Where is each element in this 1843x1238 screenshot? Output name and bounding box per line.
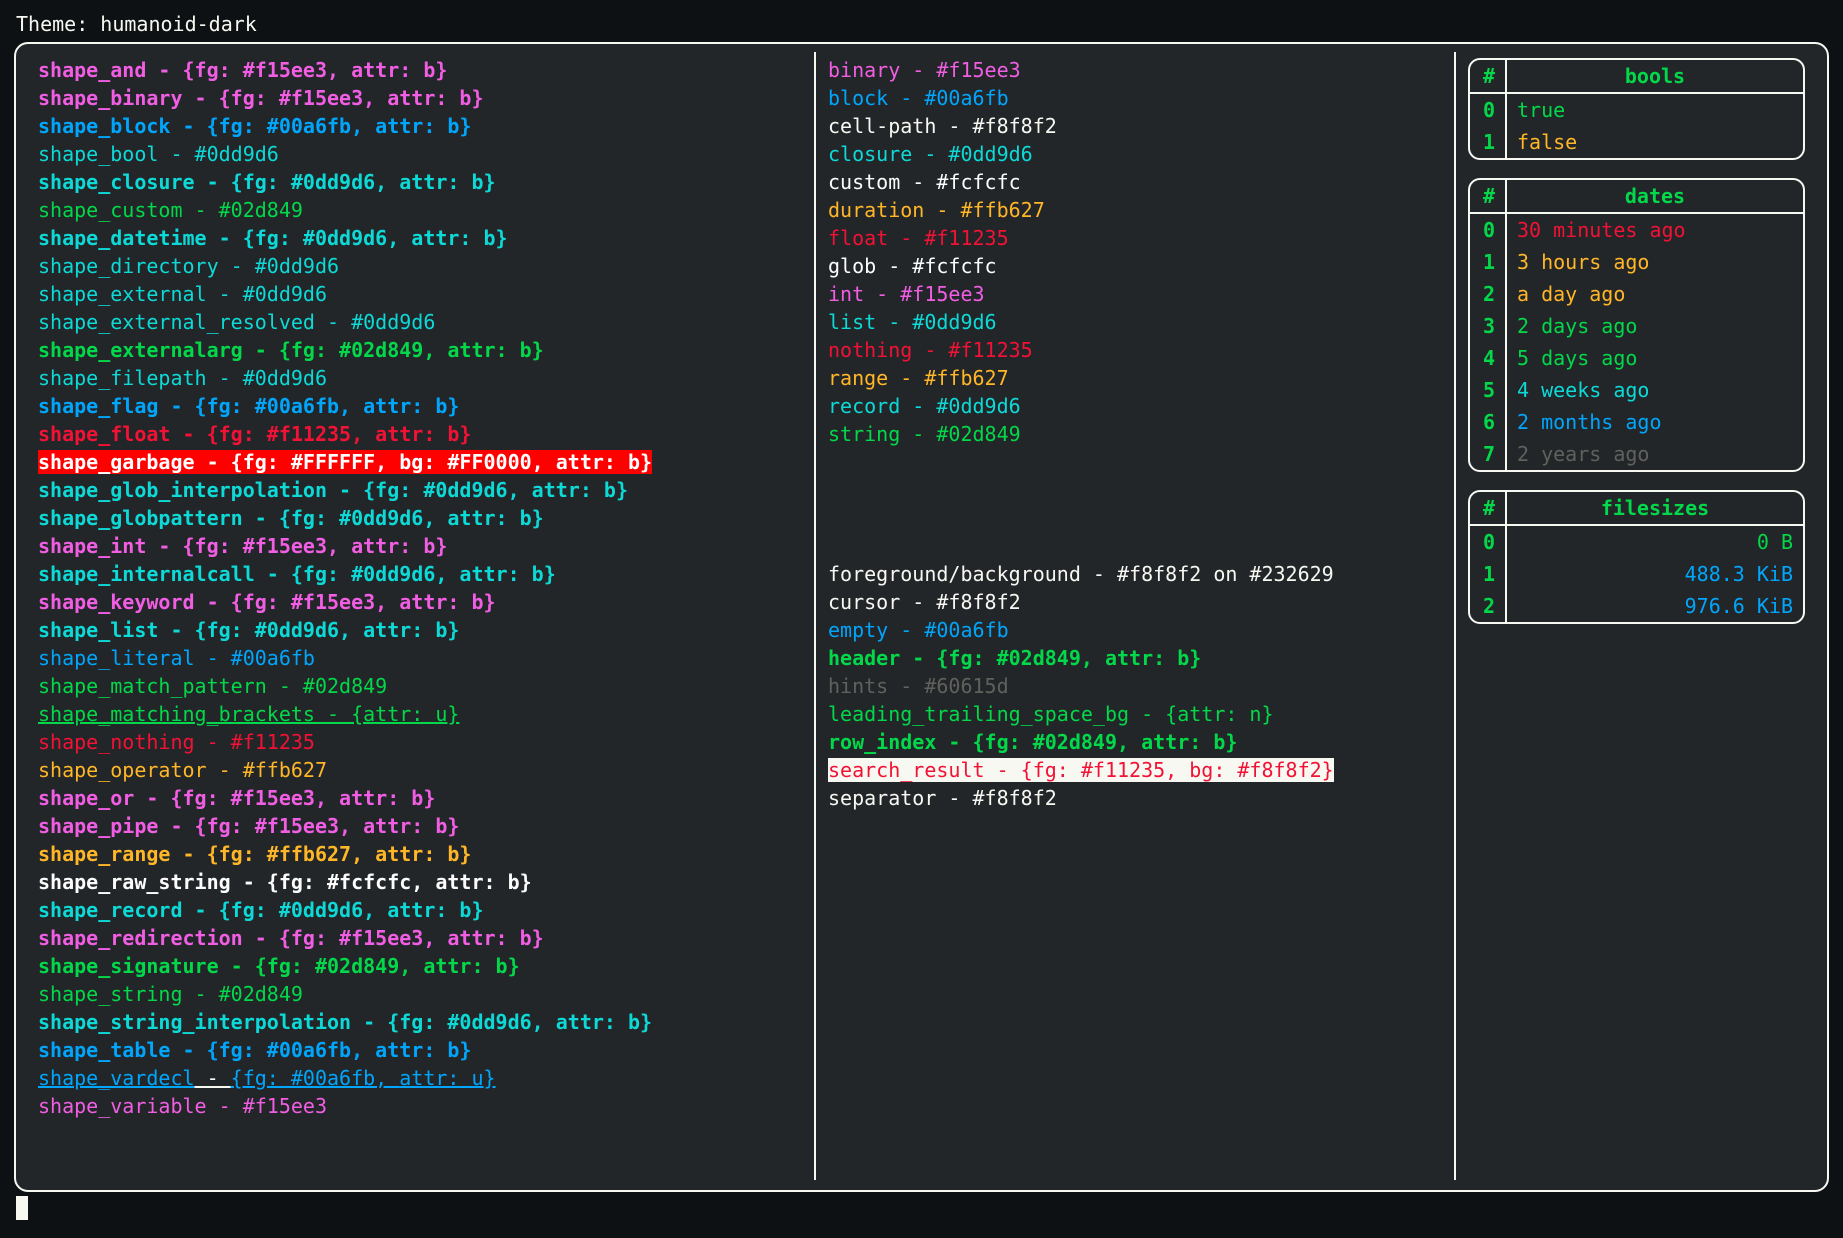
theme-row: nothing - #f11235	[828, 336, 1442, 364]
table-row: 45 days ago	[1470, 342, 1803, 374]
theme-row: search_result - {fg: #f11235, bg: #f8f8f…	[828, 756, 1442, 784]
theme-row: shape_filepath - #0dd9d6	[38, 364, 802, 392]
table-row: 32 days ago	[1470, 310, 1803, 342]
theme-row: float - #f11235	[828, 224, 1442, 252]
theme-row: shape_variable - #f15ee3	[38, 1092, 802, 1120]
table-row: 54 weeks ago	[1470, 374, 1803, 406]
theme-row: shape_int - {fg: #f15ee3, attr: b}	[38, 532, 802, 560]
theme-row: shape_list - {fg: #0dd9d6, attr: b}	[38, 616, 802, 644]
theme-row: string - #02d849	[828, 420, 1442, 448]
theme-row: shape_signature - {fg: #02d849, attr: b}	[38, 952, 802, 980]
theme-row: shape_flag - {fg: #00a6fb, attr: b}	[38, 392, 802, 420]
theme-row: shape_string - #02d849	[38, 980, 802, 1008]
theme-row: shape_custom - #02d849	[38, 196, 802, 224]
theme-row: shape_pipe - {fg: #f15ee3, attr: b}	[38, 812, 802, 840]
table-row: 00 B	[1470, 525, 1803, 558]
theme-row: shape_keyword - {fg: #f15ee3, attr: b}	[38, 588, 802, 616]
theme-row: shape_literal - #00a6fb	[38, 644, 802, 672]
table-row: 72 years ago	[1470, 438, 1803, 470]
theme-row: shape_redirection - {fg: #f15ee3, attr: …	[38, 924, 802, 952]
theme-row: shape_internalcall - {fg: #0dd9d6, attr:…	[38, 560, 802, 588]
theme-row: block - #00a6fb	[828, 84, 1442, 112]
theme-row: cell-path - #f8f8f2	[828, 112, 1442, 140]
theme-row: hints - #60615d	[828, 672, 1442, 700]
theme-row: leading_trailing_space_bg - {attr: n}	[828, 700, 1442, 728]
shapes-column: shape_and - {fg: #f15ee3, attr: b}shape_…	[26, 52, 816, 1180]
theme-row: separator - #f8f8f2	[828, 784, 1442, 812]
theme-row: shape_float - {fg: #f11235, attr: b}	[38, 420, 802, 448]
theme-row: shape_operator - #ffb627	[38, 756, 802, 784]
theme-row: shape_datetime - {fg: #0dd9d6, attr: b}	[38, 224, 802, 252]
theme-row: shape_string_interpolation - {fg: #0dd9d…	[38, 1008, 802, 1036]
theme-title: Theme: humanoid-dark	[16, 10, 1829, 38]
theme-row: int - #f15ee3	[828, 280, 1442, 308]
table-row: 1488.3 KiB	[1470, 558, 1803, 590]
theme-row: shape_raw_string - {fg: #fcfcfc, attr: b…	[38, 868, 802, 896]
theme-row: foreground/background - #f8f8f2 on #2326…	[828, 560, 1442, 588]
theme-row: header - {fg: #02d849, attr: b}	[828, 644, 1442, 672]
theme-row: closure - #0dd9d6	[828, 140, 1442, 168]
table-row: 13 hours ago	[1470, 246, 1803, 278]
theme-row: shape_closure - {fg: #0dd9d6, attr: b}	[38, 168, 802, 196]
theme-preview-frame: shape_and - {fg: #f15ee3, attr: b}shape_…	[14, 42, 1829, 1192]
theme-row: empty - #00a6fb	[828, 616, 1442, 644]
terminal-cursor	[16, 1196, 28, 1220]
theme-row: shape_nothing - #f11235	[38, 728, 802, 756]
theme-row: list - #0dd9d6	[828, 308, 1442, 336]
dates-table: #dates030 minutes ago13 hours ago2a day …	[1468, 178, 1805, 472]
theme-row: shape_match_pattern - #02d849	[38, 672, 802, 700]
table-row: 0true	[1470, 93, 1803, 126]
theme-row: shape_bool - #0dd9d6	[38, 140, 802, 168]
theme-row: cursor - #f8f8f2	[828, 588, 1442, 616]
theme-row: shape_and - {fg: #f15ee3, attr: b}	[38, 56, 802, 84]
theme-row: shape_vardecl - {fg: #00a6fb, attr: u}	[38, 1064, 802, 1092]
table-row: 2976.6 KiB	[1470, 590, 1803, 622]
theme-row: shape_range - {fg: #ffb627, attr: b}	[38, 840, 802, 868]
table-row: 030 minutes ago	[1470, 213, 1803, 246]
theme-row: record - #0dd9d6	[828, 392, 1442, 420]
tables-column: #bools0true1false #dates030 minutes ago13…	[1456, 52, 1817, 1180]
theme-row: shape_directory - #0dd9d6	[38, 252, 802, 280]
theme-row: shape_external - #0dd9d6	[38, 280, 802, 308]
theme-row: shape_garbage - {fg: #FFFFFF, bg: #FF000…	[38, 448, 802, 476]
theme-row: range - #ffb627	[828, 364, 1442, 392]
table-row: 62 months ago	[1470, 406, 1803, 438]
table-row: 1false	[1470, 126, 1803, 158]
theme-row: custom - #fcfcfc	[828, 168, 1442, 196]
theme-row: shape_glob_interpolation - {fg: #0dd9d6,…	[38, 476, 802, 504]
theme-row: shape_table - {fg: #00a6fb, attr: b}	[38, 1036, 802, 1064]
theme-row: shape_externalarg - {fg: #02d849, attr: …	[38, 336, 802, 364]
theme-row: shape_matching_brackets - {attr: u}	[38, 700, 802, 728]
types-column: binary - #f15ee3block - #00a6fbcell-path…	[816, 52, 1456, 1180]
theme-row: glob - #fcfcfc	[828, 252, 1442, 280]
theme-row: row_index - {fg: #02d849, attr: b}	[828, 728, 1442, 756]
filesizes-table: #filesizes00 B1488.3 KiB2976.6 KiB	[1468, 490, 1805, 624]
theme-row: shape_binary - {fg: #f15ee3, attr: b}	[38, 84, 802, 112]
theme-row: shape_block - {fg: #00a6fb, attr: b}	[38, 112, 802, 140]
table-row: 2a day ago	[1470, 278, 1803, 310]
theme-row: shape_external_resolved - #0dd9d6	[38, 308, 802, 336]
bools-table: #bools0true1false	[1468, 58, 1805, 160]
theme-row: shape_record - {fg: #0dd9d6, attr: b}	[38, 896, 802, 924]
theme-row: binary - #f15ee3	[828, 56, 1442, 84]
theme-row: shape_or - {fg: #f15ee3, attr: b}	[38, 784, 802, 812]
theme-row: duration - #ffb627	[828, 196, 1442, 224]
theme-row: shape_globpattern - {fg: #0dd9d6, attr: …	[38, 504, 802, 532]
